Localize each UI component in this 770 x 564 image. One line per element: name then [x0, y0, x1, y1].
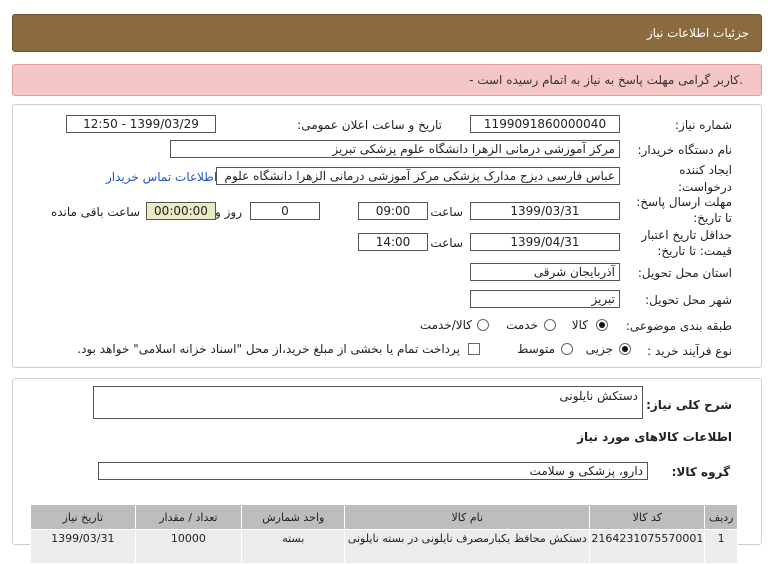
validity-time-field: 14:00 — [358, 233, 428, 251]
city-label: شهر محل تحویل: — [645, 293, 732, 307]
announce-field: 1399/03/29 - 12:50 — [66, 115, 216, 133]
goods-group-label: گروه کالا: — [671, 465, 730, 479]
deadline-label-line1: مهلت ارسال پاسخ: — [636, 195, 732, 209]
alert-message: - کاربر گرامی مهلت پاسخ به نیاز به اتمام… — [469, 73, 743, 87]
buyer-field: مرکز آموزشی درمانی الزهرا دانشگاه علوم پ… — [170, 140, 620, 158]
province-field: آذربایجان شرقی — [470, 263, 620, 281]
process-option-medium: متوسط — [517, 342, 555, 356]
buyer-label: نام دستگاه خریدار: — [637, 143, 733, 157]
process-radio-medium[interactable] — [561, 343, 573, 355]
col-quantity: تعداد / مقدار — [134, 504, 243, 530]
buyer-contact-link[interactable]: اطلاعات تماس خریدار — [106, 170, 217, 184]
table-header-row: ردیف کد کالا نام کالا واحد شمارش تعداد /… — [30, 504, 738, 530]
category-option-goods: کالا — [571, 318, 588, 332]
payment-note: پرداخت تمام یا بخشی از مبلغ خرید،از محل … — [77, 342, 460, 356]
validity-date-field: 1399/04/31 — [470, 233, 620, 251]
category-radio-service[interactable] — [544, 319, 556, 331]
deadline-time-label: ساعت — [430, 205, 463, 219]
need-number-label: شماره نیاز: — [675, 118, 732, 132]
process-radio-minor[interactable] — [619, 343, 631, 355]
process-option-minor: جزیی — [585, 342, 613, 356]
category-label: طبقه بندی موضوعی: — [625, 319, 732, 333]
treasury-payment-checkbox[interactable] — [468, 343, 480, 355]
goods-info-title: اطلاعات کالاهای مورد نیاز — [577, 430, 732, 444]
process-label: نوع فرآیند خرید : — [647, 344, 732, 358]
category-radio-goods-service[interactable] — [477, 319, 489, 331]
col-need-date: تاریخ نیاز — [30, 504, 136, 530]
days-label: روز و — [215, 205, 242, 219]
announce-label: تاریخ و ساعت اعلان عمومی: — [297, 118, 442, 132]
deadline-date-field: 1399/03/31 — [470, 202, 620, 220]
table-row: 1 2164231075570001 دستکش محافظ یکبارمصرف… — [30, 529, 738, 564]
summary-field: دستکش نایلونی — [93, 386, 643, 419]
validity-label-line1: حداقل تاریخ اعتبار — [641, 228, 732, 242]
col-row-number: ردیف — [704, 504, 738, 530]
cell-need-date: 1399/03/31 — [30, 529, 136, 564]
cell-unit: بسته — [241, 529, 346, 564]
days-field: 0 — [250, 202, 320, 220]
summary-label: شرح کلی نیاز: — [646, 398, 732, 412]
goods-group-field: دارو، پزشکی و سلامت — [98, 462, 648, 480]
province-label: استان محل تحویل: — [637, 266, 732, 280]
remaining-label: ساعت باقی مانده — [50, 205, 140, 219]
category-option-goods-service: کالا/خدمت — [419, 318, 472, 332]
cell-quantity: 10000 — [134, 529, 243, 564]
deadline-alert: - کاربر گرامی مهلت پاسخ به نیاز به اتمام… — [12, 64, 762, 96]
deadline-label-line2: تا تاریخ: — [693, 211, 732, 225]
validity-time-label: ساعت — [430, 236, 463, 250]
page-header: جزئیات اطلاعات نیاز — [12, 14, 762, 52]
cell-row-number: 1 — [704, 529, 738, 564]
cell-goods-code: 2164231075570001 — [589, 529, 706, 564]
goods-table: ردیف کد کالا نام کالا واحد شمارش تعداد /… — [30, 504, 738, 564]
category-radio-goods[interactable] — [596, 319, 608, 331]
deadline-time-field: 09:00 — [358, 202, 428, 220]
city-field: تبریز — [470, 290, 620, 308]
need-number-field: 1199091860000040 — [470, 115, 620, 133]
validity-label-line2: قیمت: تا تاریخ: — [657, 244, 732, 258]
page-title: جزئیات اطلاعات نیاز — [646, 26, 749, 40]
remaining-time-field: 00:00:00 — [146, 202, 216, 220]
col-goods-code: کد کالا — [589, 504, 706, 530]
col-unit: واحد شمارش — [241, 504, 346, 530]
creator-field: عباس فارسی دیزج مدارک پزشکی مرکز آموزشی … — [216, 167, 620, 185]
creator-label-line2: درخواست: — [678, 180, 732, 194]
cell-goods-name: دستکش محافظ یکبارمصرف نایلونی در بسته نا… — [344, 529, 591, 564]
col-goods-name: نام کالا — [344, 504, 591, 530]
category-option-service: خدمت — [506, 318, 538, 332]
creator-label-line1: ایجاد کننده — [679, 163, 732, 177]
